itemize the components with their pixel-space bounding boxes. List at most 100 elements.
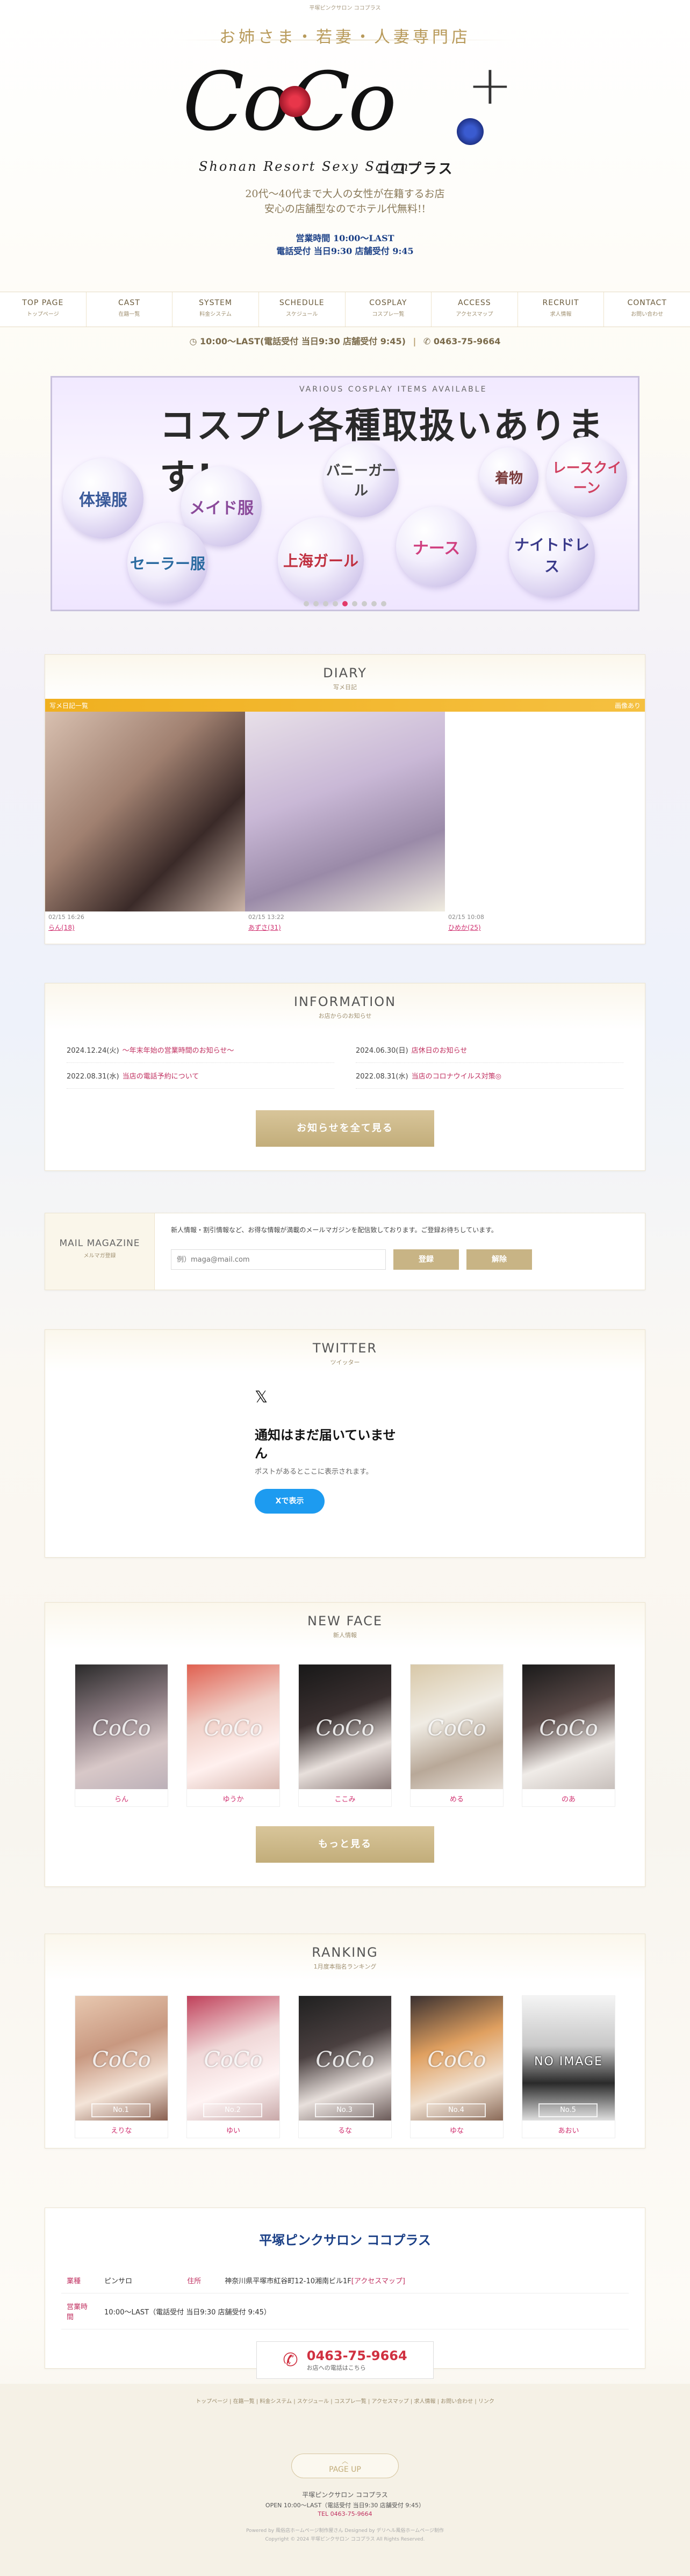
page-up-label: PAGE UP <box>329 2465 361 2474</box>
diary-image-filter[interactable]: 画像あり <box>615 701 641 710</box>
ranking-card[interactable]: CoCo No.1 えりな <box>75 1995 168 2138</box>
more-cast-button[interactable]: もっと見る <box>256 1826 434 1863</box>
mail-subtitle: メルマガ登録 <box>83 1253 116 1259</box>
nav-item-system[interactable]: SYSTEM 料金システム <box>172 292 259 327</box>
cast-card[interactable]: CoCo める <box>410 1664 504 1807</box>
logo-watermark: CoCo <box>427 1716 486 1741</box>
carousel-dot-active[interactable] <box>342 601 348 606</box>
carousel-dot[interactable] <box>333 601 338 606</box>
cast-name[interactable]: ここみ <box>299 1789 391 1804</box>
ranking-card[interactable]: CoCo No.4 ゆな <box>410 1995 504 2138</box>
top-note: 平塚ピンクサロン ココプラス <box>309 5 381 11</box>
information-item[interactable]: 2022.08.31(水) 当店の電話予約について <box>67 1063 334 1089</box>
diary-author[interactable]: ひめか(25) <box>445 923 645 934</box>
access-map-link[interactable]: [アクセスマップ] <box>351 2277 405 2285</box>
information-item[interactable]: 2022.08.31(水) 当店のコロナウイルス対策◎ <box>356 1063 623 1089</box>
carousel-dot[interactable] <box>313 601 319 606</box>
chevron-up-icon: ︿ <box>341 2457 348 2465</box>
banner-subtitle: VARIOUS COSPLAY ITEMS AVAILABLE <box>299 385 487 394</box>
cosplay-banner[interactable]: コスプレ各種取扱いあります! VARIOUS COSPLAY ITEMS AVA… <box>51 376 639 611</box>
info-text[interactable]: 当店の電話予約について <box>123 1073 199 1081</box>
ranking-card[interactable]: NO IMAGE No.5 あおい <box>522 1995 615 2138</box>
phone-icon: ✆ <box>423 336 431 346</box>
cast-name[interactable]: める <box>411 1789 503 1804</box>
diary-card[interactable]: 02/15 10:08 ひめか(25) <box>445 712 645 937</box>
address-value: 神奈川県平塚市紅谷町12-10湘南ビル1F <box>225 2277 351 2285</box>
cast-photo: CoCo <box>522 1665 615 1789</box>
cast-card[interactable]: CoCo ここみ <box>298 1664 392 1807</box>
diary-photo <box>445 712 645 911</box>
carousel-dot[interactable] <box>362 601 367 606</box>
diary-card[interactable]: 02/15 13:22 あずさ(31) <box>245 712 445 937</box>
description-line-1: 20代～40代まで大人の女性が在籍するお店 <box>245 188 445 200</box>
shop-info-section: 平塚ピンクサロン ココプラス 業種 ピンサロ 住所 神奈川県平塚市紅谷町12-1… <box>45 2208 645 2379</box>
logo-watermark: CoCo <box>92 1716 151 1741</box>
email-field[interactable] <box>171 1249 386 1270</box>
nav-item-access[interactable]: ACCESS アクセスマップ <box>432 292 518 327</box>
nav-label: TOP PAGE <box>22 299 64 307</box>
nav-item-top-page[interactable]: TOP PAGE トップページ <box>0 292 87 327</box>
ranking-subtitle: 1月度本指名ランキング <box>313 1963 377 1970</box>
bubble-item: バニーガール <box>324 442 399 517</box>
nav-item-contact[interactable]: CONTACT お問い合わせ <box>604 292 690 327</box>
ranking-card[interactable]: CoCo No.3 るな <box>298 1995 392 2138</box>
unsubscribe-button[interactable]: 解除 <box>466 1249 532 1270</box>
carousel-dot[interactable] <box>381 601 386 606</box>
rank-number: No.5 <box>538 2103 598 2117</box>
infobar-hours: 10:00～LAST(電話受付 当日9:30 店舗受付 9:45) <box>200 336 406 346</box>
cast-photo: CoCo <box>411 1665 503 1789</box>
carousel-dot[interactable] <box>352 601 357 606</box>
cast-name[interactable]: るな <box>299 2121 391 2135</box>
register-button[interactable]: 登録 <box>393 1249 459 1270</box>
shop-title: 平塚ピンクサロン ココプラス <box>259 2233 431 2248</box>
cast-name[interactable]: ゆうか <box>187 1789 279 1804</box>
ranking-card[interactable]: CoCo No.2 ゆい <box>186 1995 280 2138</box>
footer-copyright: Copyright © 2024 平塚ピンクサロン ココプラス All Righ… <box>265 2537 425 2542</box>
nav-item-cast[interactable]: CAST 在籍一覧 <box>87 292 173 327</box>
cast-card[interactable]: CoCo らん <box>75 1664 168 1807</box>
carousel-dot[interactable] <box>371 601 377 606</box>
cast-card[interactable]: CoCo ゆうか <box>186 1664 280 1807</box>
diary-header: DIARY 写メ日記 <box>45 655 645 699</box>
info-date: 2022.08.31(水) <box>67 1073 119 1081</box>
information-list: 2024.12.24(火) ～年末年始の営業時間のお知らせ～ 2024.06.30… <box>45 1037 645 1089</box>
twitter-subtitle: ツイッター <box>330 1359 360 1366</box>
cast-name[interactable]: ゆい <box>187 2121 279 2135</box>
cast-name[interactable]: あおい <box>522 2121 615 2135</box>
diary-author[interactable]: らん(18) <box>45 923 245 934</box>
diary-date: 02/15 10:08 <box>448 914 484 921</box>
information-item[interactable]: 2024.06.30(日) 店休日のお知らせ <box>356 1037 623 1063</box>
diary-list-link[interactable]: 写メ日記一覧 <box>49 701 88 710</box>
cast-name[interactable]: のあ <box>522 1789 615 1804</box>
carousel-dot[interactable] <box>323 601 328 606</box>
mail-magazine-header: MAIL MAGAZINE メルマガ登録 <box>45 1213 155 1290</box>
info-text[interactable]: 当店のコロナウイルス対策◎ <box>412 1073 501 1081</box>
footer-tel[interactable]: TEL 0463-75-9664 <box>0 2510 690 2517</box>
footer-powered: Powered by 風俗店ホームページ制作屋さん Designed by デリ… <box>246 2528 444 2534</box>
information-item[interactable]: 2024.12.24(火) ～年末年始の営業時間のお知らせ～ <box>67 1037 334 1063</box>
info-text[interactable]: ～年末年始の営業時間のお知らせ～ <box>123 1047 234 1055</box>
bubble-item: ナイトドレス <box>509 512 595 598</box>
nav-item-schedule[interactable]: SCHEDULE スケジュール <box>259 292 346 327</box>
nav-item-recruit[interactable]: RECRUIT 求人情報 <box>518 292 605 327</box>
view-on-x-button[interactable]: Xで表示 <box>255 1489 325 1514</box>
cast-card[interactable]: CoCo のあ <box>522 1664 615 1807</box>
footer-links[interactable]: トップページ | 在籍一覧 | 料金システム | スケジュール | コスプレ一覧… <box>0 2397 690 2405</box>
diary-grid: 02/15 16:26 らん(18) 02/15 13:22 あずさ(31) 0… <box>45 712 645 937</box>
diary-card[interactable]: 02/15 16:26 らん(18) <box>45 712 245 937</box>
info-text[interactable]: 店休日のお知らせ <box>412 1047 468 1055</box>
cast-photo: CoCo No.4 <box>411 1996 503 2121</box>
cast-name[interactable]: らん <box>75 1789 168 1804</box>
cast-name[interactable]: ゆな <box>411 2121 503 2135</box>
nav-label: RECRUIT <box>542 299 579 307</box>
mail-title: MAIL MAGAZINE <box>59 1238 140 1249</box>
nav-item-cosplay[interactable]: COSPLAY コスプレ一覧 <box>346 292 432 327</box>
tel-button[interactable]: ✆ 0463-75-9664 お店への電話はこちら <box>256 2341 434 2379</box>
diary-author[interactable]: あずさ(31) <box>245 923 445 934</box>
all-news-button[interactable]: お知らせを全て見る <box>256 1110 434 1147</box>
page-up-button[interactable]: ︿ PAGE UP <box>291 2454 399 2478</box>
nav-label: CONTACT <box>627 299 667 307</box>
cast-name[interactable]: えりな <box>75 2121 168 2135</box>
infobar-phone[interactable]: 0463-75-9664 <box>434 336 501 346</box>
carousel-dot[interactable] <box>304 601 309 606</box>
